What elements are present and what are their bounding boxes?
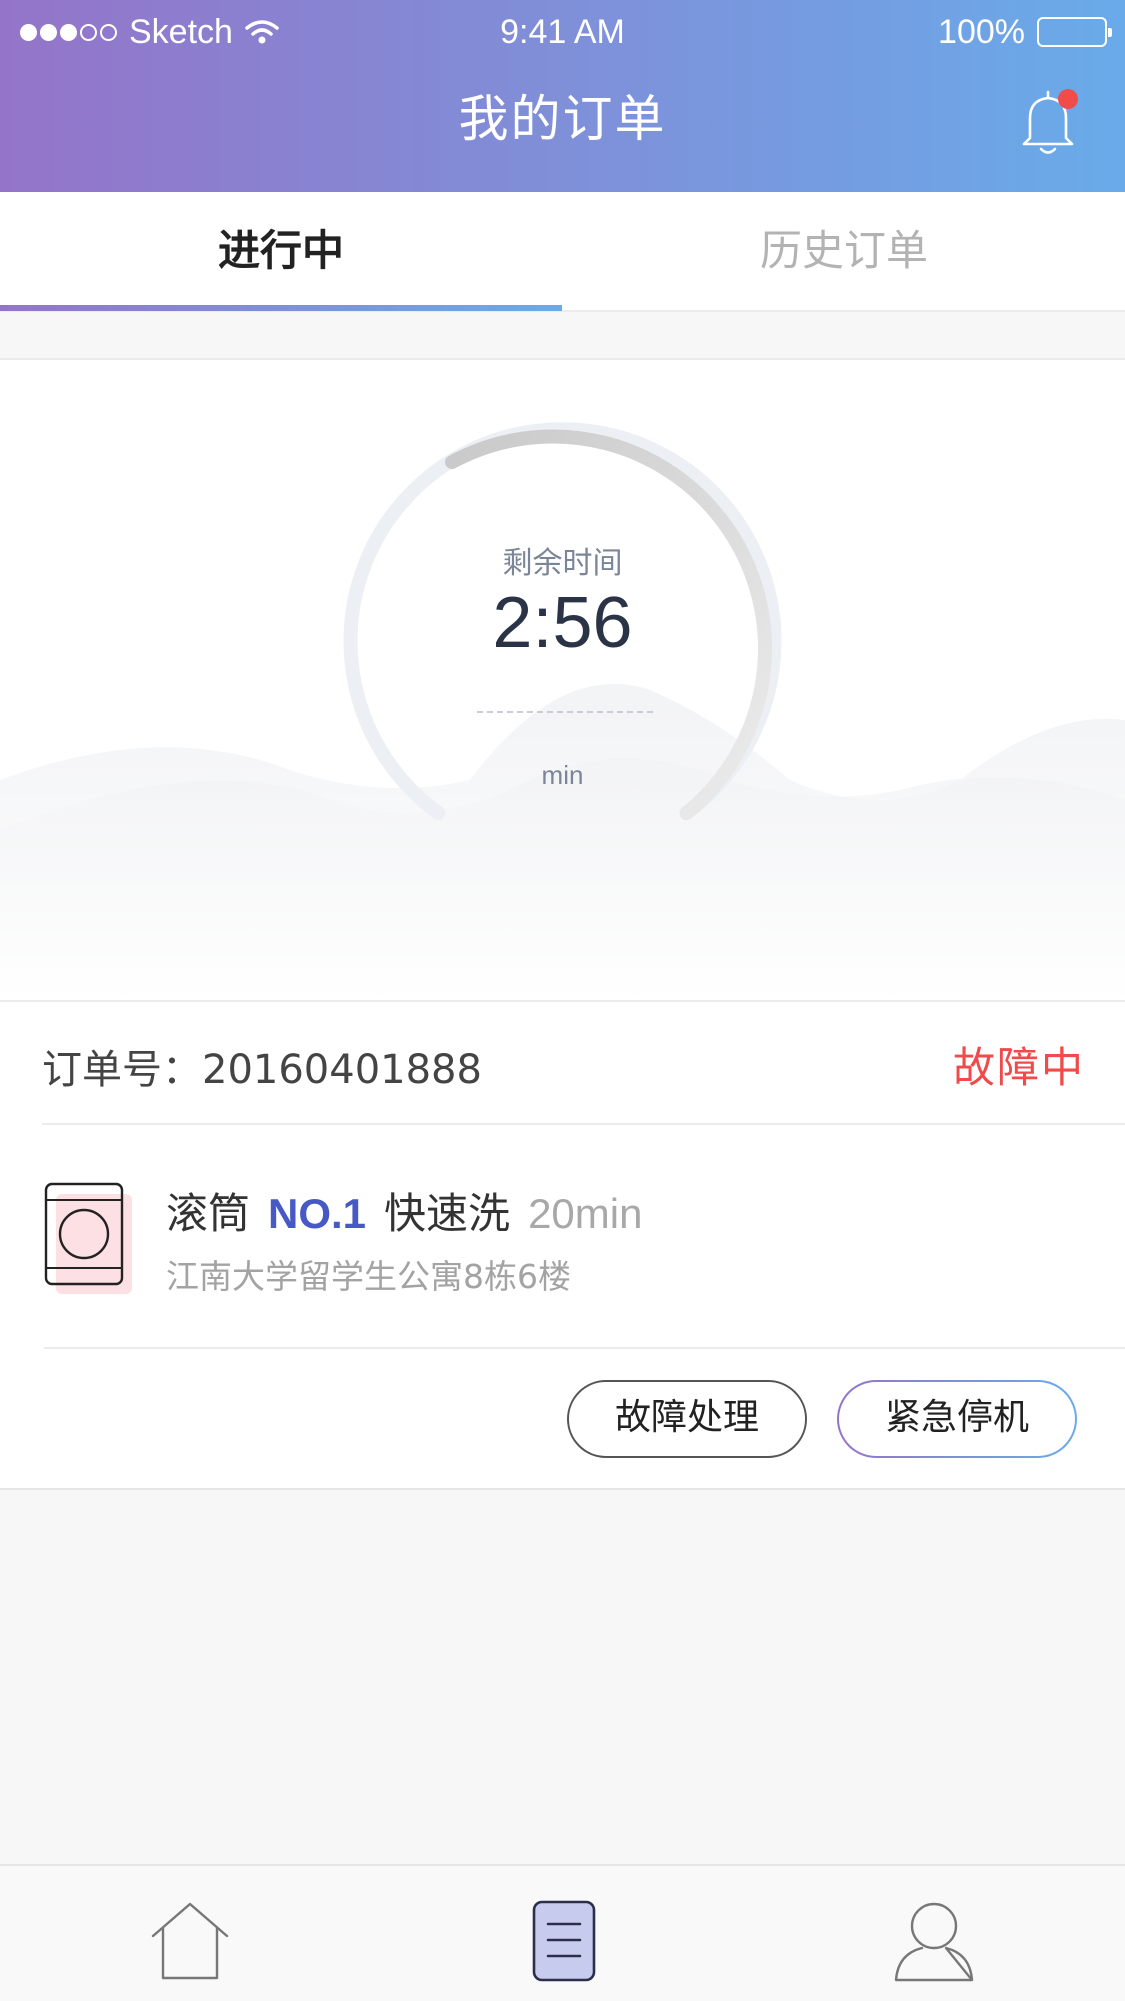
- order-number: 订单号：20160401888: [42, 1044, 482, 1096]
- tab-indicator: [0, 305, 562, 311]
- fault-handling-button[interactable]: 故障处理: [567, 1380, 807, 1458]
- order-number-value: 20160401888: [202, 1047, 482, 1093]
- order-card: 订单号：20160401888 故障中 滚筒 NO.1 快速洗 20min 江南…: [0, 1002, 1125, 1490]
- remaining-time-label: 剩余时间: [502, 546, 623, 581]
- profile-icon[interactable]: [888, 1896, 978, 1986]
- timer-unit: min: [541, 760, 584, 790]
- machine-number: NO.1: [268, 1190, 367, 1237]
- orders-icon[interactable]: [518, 1896, 608, 1986]
- washing-machine-icon: [44, 1182, 132, 1294]
- tab-history[interactable]: 历史订单: [563, 192, 1125, 310]
- order-number-label: 订单号：: [42, 1047, 202, 1093]
- battery-icon: [1037, 17, 1112, 47]
- status-bar: Sketch 9:41 AM 100%: [0, 0, 1125, 64]
- page-title: 我的订单: [458, 90, 667, 148]
- wash-duration: 20min: [528, 1190, 643, 1237]
- status-badge: 故障中: [952, 1043, 1085, 1092]
- tab-in-progress[interactable]: 进行中: [0, 192, 562, 310]
- header: Sketch 9:41 AM 100% 我的订单: [0, 0, 1125, 192]
- battery-percent: 100%: [938, 12, 1025, 51]
- timer-card: 剩余时间 2:56 min: [0, 358, 1125, 1002]
- bottom-tab-bar: [0, 1864, 1125, 2001]
- order-tabs: 进行中 历史订单: [0, 192, 1125, 312]
- wash-program: 快速洗: [384, 1189, 511, 1238]
- emergency-stop-button[interactable]: 紧急停机: [837, 1380, 1077, 1458]
- machine-address: 江南大学留学生公寓8栋6楼: [166, 1257, 571, 1296]
- remaining-time-value: 2:56: [492, 583, 633, 663]
- divider: [44, 1347, 1125, 1349]
- machine-info: 滚筒 NO.1 快速洗 20min: [166, 1180, 643, 1238]
- home-icon[interactable]: [145, 1896, 235, 1986]
- timer-graphic: [0, 422, 1125, 1000]
- bell-icon[interactable]: [1018, 86, 1082, 158]
- divider: [42, 1123, 1125, 1125]
- timer-divider: [477, 711, 653, 713]
- status-right: 100%: [938, 8, 1112, 56]
- machine-type: 滚筒: [166, 1189, 251, 1238]
- notification-dot: [1058, 89, 1078, 109]
